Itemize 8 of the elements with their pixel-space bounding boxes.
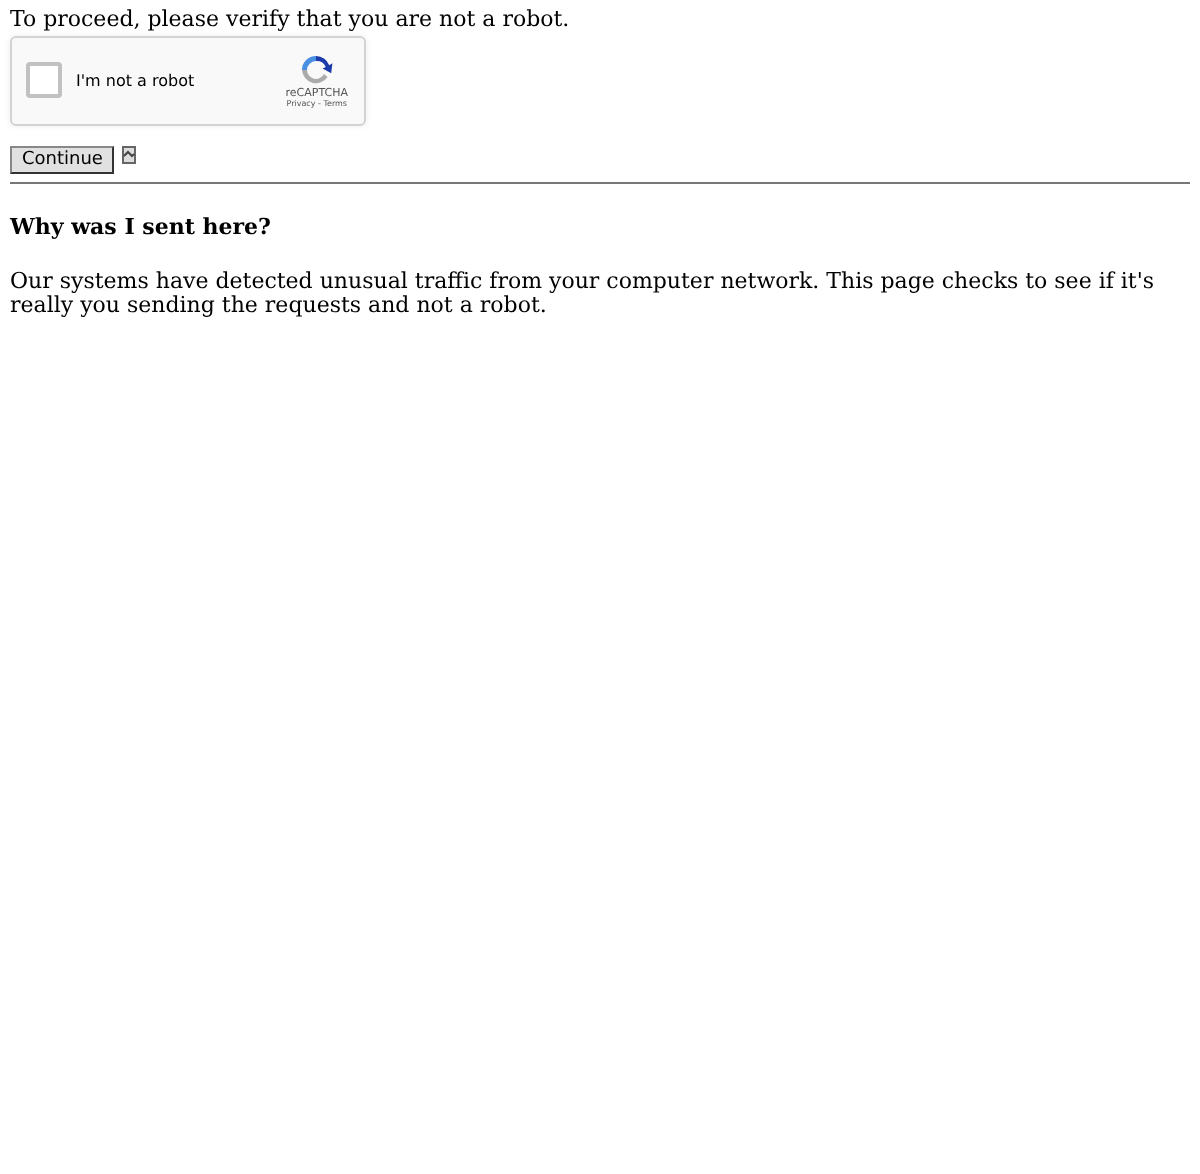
explanation-text: Our systems have detected unusual traffic from your computer network. This page checks to see if it's really you sending the requests and not a robot. (10, 269, 1157, 320)
checkbox[interactable] (26, 62, 62, 99)
broken-image-icon (122, 145, 137, 164)
checkbox-label: I'm not a robot (76, 71, 195, 90)
recaptcha-logo-icon (298, 51, 335, 88)
section-heading: Why was I sent here? (10, 215, 274, 242)
prompt-text: To proceed, please verify that you are not a robot. (10, 8, 572, 34)
continue-button[interactable]: Continue (10, 145, 115, 174)
